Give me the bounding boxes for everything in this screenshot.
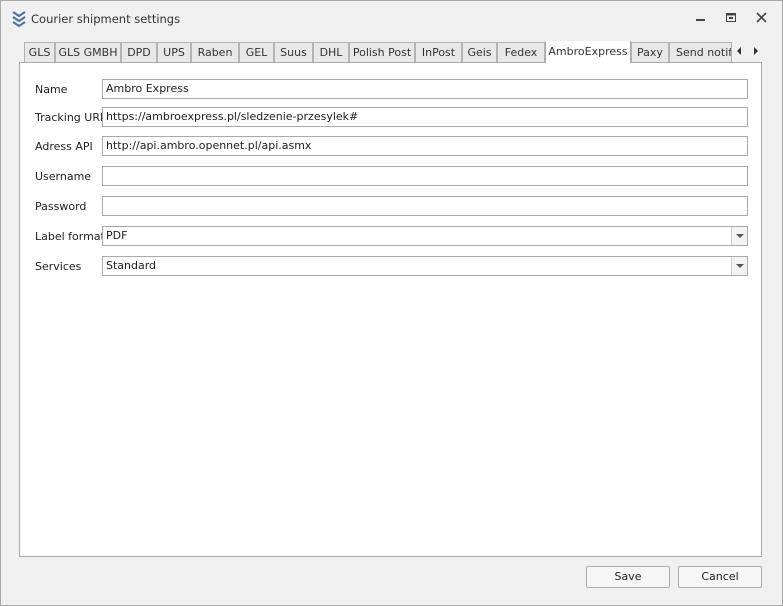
tab-raben[interactable]: Raben [191,42,239,62]
tracking-url-label: Tracking URL [35,111,107,124]
label-format-select[interactable]: PDF [102,226,748,246]
address-api-label: Adress API [35,140,93,153]
tab-label: Polish Post [352,46,412,59]
save-button[interactable]: Save [586,566,670,588]
tab-geis[interactable]: Geis [462,42,497,62]
tab-label: Paxy [637,46,663,59]
tab-inpost[interactable]: InPost [415,42,462,62]
services-label: Services [35,260,82,273]
minimize-icon[interactable] [692,10,710,26]
tab-dpd[interactable]: DPD [121,42,157,62]
tab-ambroexpress[interactable]: AmbroExpress [545,41,631,63]
tab-label: Raben [197,46,233,59]
chevron-down-icon[interactable] [731,227,747,245]
close-icon[interactable] [753,10,771,26]
tab-gel[interactable]: GEL [239,42,274,62]
tab-gls-gmbh[interactable]: GLS GMBH [55,42,121,62]
tab-label: AmbroExpress [548,45,628,58]
tab-suus[interactable]: Suus [274,42,313,62]
tab-label: UPS [163,46,185,59]
tab-list: GLS GLS GMBH DPD UPS Raben GEL Suus DHL … [24,41,732,63]
courier-tabstrip: GLS GLS GMBH DPD UPS Raben GEL Suus DHL … [24,41,764,63]
tab-paxy[interactable]: Paxy [631,42,669,62]
tab-send-notifications[interactable]: Send notifi [669,42,732,62]
tab-ups[interactable]: UPS [157,42,191,62]
label-format-label: Label format [35,230,105,243]
tab-scroll-right-icon[interactable] [750,44,762,58]
services-value: Standard [106,259,157,272]
name-field[interactable]: Ambro Express [102,79,748,99]
settings-window: Courier shipment settings GLS GLS GMBH D… [0,0,783,606]
tab-fedex[interactable]: Fedex [497,42,545,62]
tab-label: Send notifi [676,46,732,59]
name-label: Name [35,83,68,96]
tab-polish-post[interactable]: Polish Post [349,42,415,62]
username-label: Username [35,170,92,183]
stacked-chevrons-icon [11,10,27,28]
tab-label: GEL [245,46,268,59]
cancel-button[interactable]: Cancel [678,566,762,588]
tab-gls[interactable]: GLS [24,42,55,62]
address-api-field[interactable]: http://api.ambro.opennet.pl/api.asmx [102,136,748,156]
tab-label: GLS [28,46,51,59]
services-select[interactable]: Standard [102,256,748,276]
tab-label: DPD [127,46,151,59]
tab-label: InPost [421,46,456,59]
tab-scroll-left-icon[interactable] [733,44,745,58]
maximize-icon[interactable] [723,10,741,26]
password-field[interactable] [102,196,748,216]
tab-dhl[interactable]: DHL [313,42,349,62]
tab-label: Geis [467,46,492,59]
tab-label: Fedex [504,46,538,59]
username-field[interactable] [102,166,748,186]
chevron-down-icon[interactable] [731,257,747,275]
title-bar: Courier shipment settings [1,1,782,35]
tracking-url-field[interactable]: https://ambroexpress.pl/sledzenie-przesy… [102,107,748,127]
window-title: Courier shipment settings [31,12,181,26]
tab-label: Suus [280,46,307,59]
tab-label: GLS GMBH [58,46,118,59]
label-format-value: PDF [106,229,128,242]
password-label: Password [35,200,87,213]
ambroexpress-settings-panel: Name Ambro Express Tracking URL https://… [19,62,762,557]
tab-label: DHL [319,46,343,59]
